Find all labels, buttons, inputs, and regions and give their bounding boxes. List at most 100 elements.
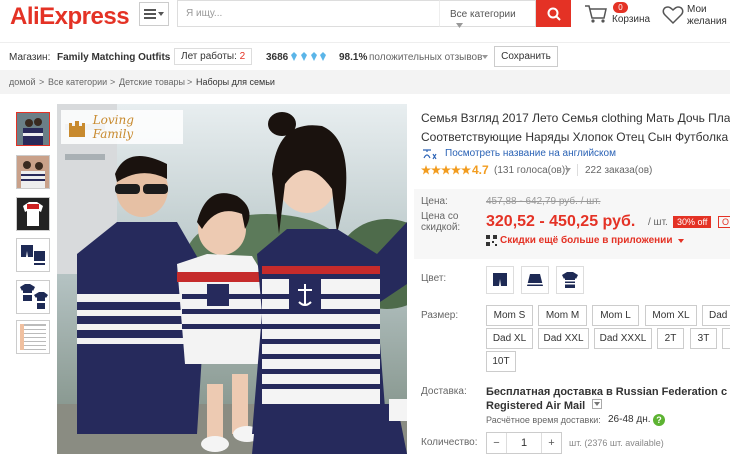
store-watermark: Loving Family	[61, 110, 183, 144]
chevron-down-icon	[456, 23, 463, 28]
cart-icon[interactable]	[584, 4, 608, 24]
divider	[577, 164, 578, 176]
breadcrumb-sep: >	[187, 77, 193, 87]
breadcrumb-family-sets[interactable]: Наборы для семьи	[196, 77, 275, 87]
decrease-button[interactable]: −	[487, 433, 507, 453]
orders-count: 222 заказа(ов)	[585, 165, 653, 176]
original-price: 457,88 - 642,79 руб. / шт.	[486, 196, 601, 207]
product-thumbnail[interactable]	[16, 197, 50, 231]
thumbnail-photo-family	[17, 113, 49, 145]
breadcrumb-sep: >	[110, 77, 116, 87]
product-title-line2: Соответствующие Наряды Хлопок Отец Сын Ф…	[421, 130, 730, 144]
chevron-down-icon	[482, 55, 488, 59]
size-option[interactable]: Dad XL	[486, 328, 533, 349]
chevron-down-icon	[594, 402, 600, 406]
size-option[interactable]: Dad L	[702, 305, 730, 326]
delivery-time-label: Расчётное время доставки:	[486, 415, 601, 425]
store-score: 3686	[266, 52, 289, 63]
shipping-method-dropdown[interactable]	[592, 399, 602, 409]
diamond-rating-icon	[291, 52, 326, 61]
star-rating-icon	[421, 165, 471, 175]
castle-logo-icon	[69, 121, 85, 137]
size-option[interactable]: 10T	[486, 351, 516, 372]
cart-label[interactable]: Корзина	[612, 14, 650, 25]
feedback-percent: 98.1%	[339, 52, 368, 63]
store-label: Магазин:	[9, 52, 51, 63]
size-option[interactable]: Dad XXXL	[594, 328, 652, 349]
shipping-info: Бесплатная доставка в Russian Federation…	[486, 385, 727, 413]
discount-price-label: Цена со скидкой:	[421, 211, 460, 233]
size-option[interactable]: Mom M	[538, 305, 587, 326]
discount-badge: 30% off	[673, 216, 712, 228]
discount-label-line2: скидкой:	[421, 222, 461, 233]
quantity-available: шт. (2376 шт. available)	[569, 438, 664, 448]
shipping-line2[interactable]: Registered Air Mail	[486, 399, 727, 413]
thumbnail-photo-tshirt	[17, 198, 49, 230]
app-deal-link[interactable]: Скидки ещё больше в приложении	[500, 235, 672, 246]
store-years-chip: Лет работы: 2	[174, 48, 253, 65]
color-option-tshirt[interactable]	[556, 266, 584, 294]
size-option[interactable]: Mom L	[592, 305, 639, 326]
aliexpress-logo[interactable]: AliExpress	[10, 3, 130, 31]
increase-button[interactable]: +	[541, 433, 561, 453]
rating-votes[interactable]: (131 голоса(ов))	[494, 165, 569, 176]
product-title: Семья Взгляд 2017 Лето Семья clothing Ма…	[421, 109, 730, 147]
feedback-text[interactable]: положительных отзывов	[369, 52, 482, 63]
product-title-line1: Семья Взгляд 2017 Лето Семья clothing Ма…	[421, 111, 730, 125]
breadcrumb-all-categories[interactable]: Все категории	[48, 77, 107, 87]
quantity-input[interactable]: 1	[507, 437, 541, 449]
heart-icon[interactable]	[662, 5, 684, 25]
size-option[interactable]: Mom S	[486, 305, 533, 326]
store-years-value: 2	[239, 51, 246, 62]
product-thumbnail[interactable]	[16, 320, 50, 354]
tshirt-icon	[562, 272, 578, 288]
cart-count-badge: 0	[613, 2, 628, 13]
thumbnail-photo-shorts	[17, 239, 49, 271]
skirt-icon	[527, 274, 543, 286]
chevron-down-icon	[678, 239, 684, 243]
main-product-image[interactable]: Loving Family	[57, 104, 407, 454]
color-label: Цвет:	[421, 273, 447, 284]
store-name-link[interactable]: Family Matching Outfits	[57, 52, 170, 63]
price-label: Цена:	[421, 196, 448, 207]
price-unit: / шт.	[648, 217, 668, 228]
size-label: Размер:	[421, 310, 459, 321]
view-english-title-link[interactable]: Посмотреть название на английском	[445, 148, 616, 159]
chevron-down-icon	[158, 12, 164, 16]
search-button[interactable]	[536, 0, 571, 27]
product-thumbnail[interactable]	[16, 280, 50, 314]
size-option[interactable]: Dad XXL	[538, 328, 589, 349]
size-option[interactable]: Mom XL	[645, 305, 697, 326]
category-menu-button[interactable]	[139, 2, 169, 26]
store-years-label: Лет работы:	[181, 51, 237, 62]
breadcrumb-home[interactable]: домой	[9, 77, 35, 87]
help-icon[interactable]: ?	[653, 414, 665, 426]
discount-label-line1: Цена со	[421, 211, 459, 222]
size-option[interactable]: 3T	[690, 328, 717, 349]
wishlist-label-line1: Мои	[687, 4, 707, 15]
save-store-button[interactable]: Сохранить	[494, 46, 558, 67]
size-option[interactable]	[722, 328, 730, 349]
family-photo	[57, 104, 407, 454]
product-thumbnail[interactable]	[16, 155, 50, 189]
category-select-label: Все категории	[450, 9, 516, 20]
wishlist-label-line2: желания	[687, 16, 727, 27]
product-thumbnail[interactable]	[16, 112, 50, 146]
translate-icon	[423, 149, 437, 160]
color-option-shorts[interactable]	[486, 266, 514, 294]
product-thumbnail[interactable]	[16, 238, 50, 272]
shipping-label: Доставка:	[421, 386, 467, 397]
coupon-badge[interactable]: O	[718, 216, 730, 228]
rating-value: 4.7	[472, 163, 489, 177]
breadcrumb-kids[interactable]: Детские товары	[119, 77, 185, 87]
thumbnail-photo-family	[17, 156, 49, 188]
thumbnail-photo-outfits	[17, 281, 49, 313]
search-icon	[547, 7, 561, 21]
watermark-text: Loving Family	[92, 113, 134, 141]
wishlist-link[interactable]: Мои желания	[687, 4, 727, 28]
qr-code-icon	[486, 235, 497, 246]
color-option-skirt[interactable]	[521, 266, 549, 294]
search-input[interactable]: Я ищу...	[177, 0, 439, 27]
size-option[interactable]: 2T	[657, 328, 684, 349]
category-select[interactable]: Все категории	[439, 0, 536, 28]
